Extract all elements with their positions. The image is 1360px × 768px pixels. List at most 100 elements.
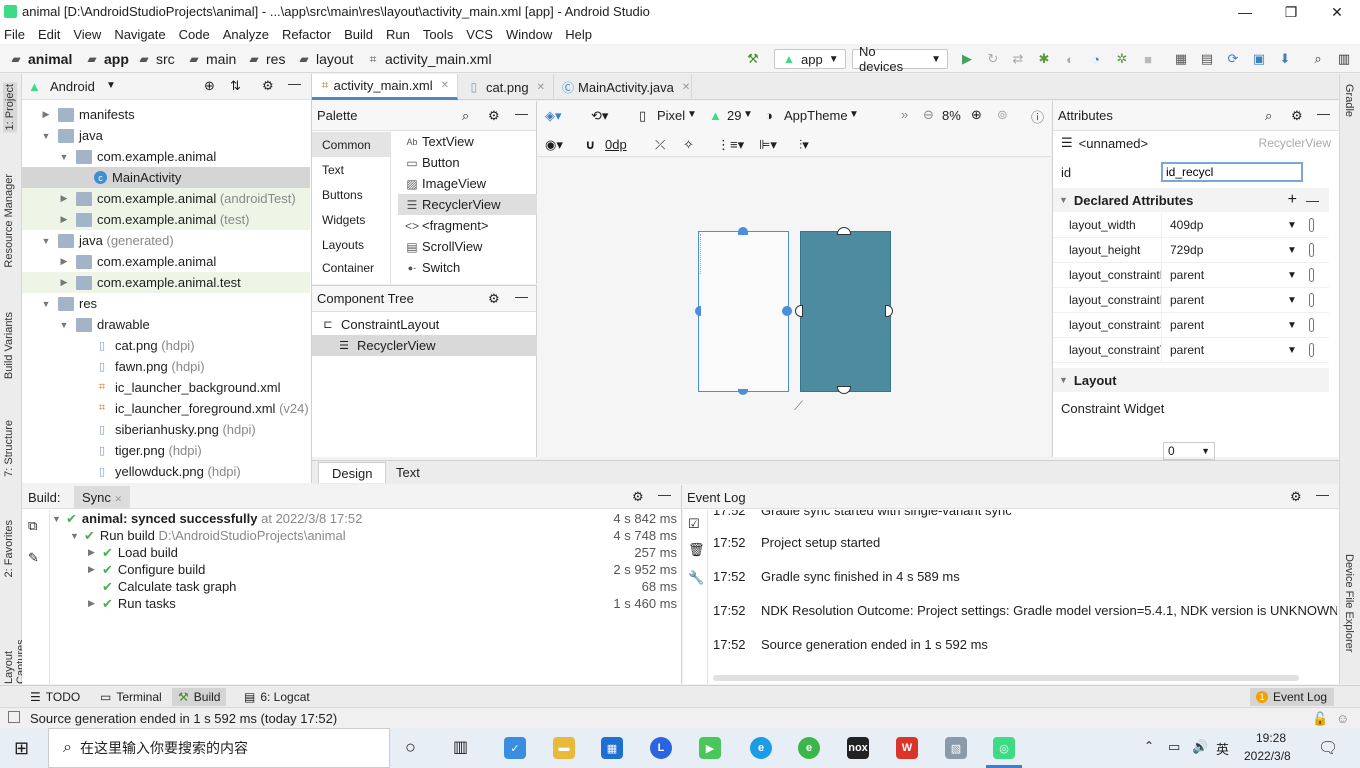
- tree-item-package-androidtest[interactable]: ▶ com.example.animal (androidTest): [22, 188, 310, 209]
- settings-icon[interactable]: ▥: [1336, 51, 1352, 67]
- tree-item-java[interactable]: ▼ java: [22, 125, 310, 146]
- resource-picker-icon[interactable]: [1308, 343, 1314, 357]
- device-select[interactable]: No devices ▼: [852, 44, 948, 74]
- tab-project[interactable]: 1: Project: [3, 82, 17, 133]
- build-row[interactable]: ▼ ✔ Run build D:\AndroidStudioProjects\ani…: [70, 527, 682, 544]
- tab-favorites[interactable]: 2: Favorites: [3, 520, 15, 577]
- search-icon[interactable]: ⌕: [462, 108, 469, 124]
- more-icon[interactable]: »: [901, 107, 908, 122]
- palette-category-text[interactable]: Text: [312, 157, 390, 182]
- windows-start-icon[interactable]: ⊞: [14, 738, 34, 758]
- menu-file[interactable]: File: [4, 27, 25, 42]
- close-tab-icon[interactable]: ✕: [682, 82, 690, 93]
- breadcrumb-res[interactable]: ▰ res: [246, 51, 285, 67]
- tree-item-file[interactable]: ▯ yellowduck.png (hdpi): [22, 461, 310, 482]
- notification-icon[interactable]: 🗨: [1318, 738, 1338, 758]
- tab-text[interactable]: Text: [384, 462, 432, 483]
- id-input[interactable]: [1161, 162, 1303, 182]
- margin-select[interactable]: 0 ▼: [1163, 442, 1215, 460]
- tab-gradle[interactable]: Gradle: [1343, 84, 1355, 117]
- tab-device-file-explorer[interactable]: Device File Explorer: [1343, 554, 1355, 652]
- store-icon[interactable]: ▦: [601, 737, 623, 759]
- clear-constraints-icon[interactable]: ⤫: [655, 137, 665, 153]
- attr-row[interactable]: layout_height 729dp ▼: [1053, 237, 1329, 263]
- project-structure-icon[interactable]: ▦: [1173, 51, 1189, 67]
- resource-picker-icon[interactable]: [1308, 218, 1314, 232]
- hammer-icon[interactable]: ⚒: [745, 51, 761, 67]
- menu-analyze[interactable]: Analyze: [223, 27, 269, 42]
- design-canvas[interactable]: ⟋: [537, 158, 1051, 457]
- palette-category-container[interactable]: Container: [312, 257, 390, 279]
- gear-icon[interactable]: ⚙: [488, 108, 500, 124]
- breadcrumb-src[interactable]: ▰ src: [136, 51, 174, 67]
- tree-item-drawable[interactable]: ▼ drawable: [22, 314, 310, 335]
- network-icon[interactable]: ▭: [1168, 739, 1180, 755]
- photos-icon[interactable]: ▧: [945, 737, 967, 759]
- profile-icon[interactable]: ◔: [1088, 51, 1104, 67]
- rerun-icon[interactable]: ↻: [985, 51, 1001, 67]
- attach-debugger-icon[interactable]: ✲: [1114, 51, 1130, 67]
- browser-360-icon[interactable]: e: [798, 737, 820, 759]
- search-icon[interactable]: ⌕: [1265, 108, 1272, 124]
- tab-structure[interactable]: 7: Structure: [3, 420, 15, 477]
- tree-item-manifests[interactable]: ▶ manifests: [22, 104, 310, 125]
- component-recyclerview[interactable]: ☰ RecyclerView: [312, 335, 537, 356]
- palette-item-fragment[interactable]: <> <fragment>: [398, 215, 538, 236]
- blueprint-handle[interactable]: [837, 386, 851, 394]
- blueprint-handle[interactable]: [795, 305, 803, 317]
- toggle-view-icon[interactable]: ⧉: [28, 518, 37, 534]
- app-icon-kugou[interactable]: ✓: [504, 737, 526, 759]
- resource-picker-icon[interactable]: [1308, 243, 1314, 257]
- taskbar-search[interactable]: ⌕ 在这里输入你要搜索的内容: [48, 728, 390, 768]
- infer-constraints-icon[interactable]: ✧: [683, 137, 694, 153]
- tree-item-file[interactable]: ⌗ ic_launcher_background.xml: [22, 377, 310, 398]
- theme-select[interactable]: AppTheme: [784, 108, 848, 123]
- build-row[interactable]: ▼ ✔ animal: synced successfully at 2022/3/…: [52, 510, 682, 527]
- avd-manager-icon[interactable]: ▣: [1251, 51, 1267, 67]
- palette-item-imageview[interactable]: ▨ ImageView: [398, 173, 538, 194]
- tree-item-mainactivity[interactable]: c MainActivity: [22, 167, 310, 188]
- align-icon[interactable]: ⊫▾: [759, 137, 777, 153]
- breadcrumb-animal[interactable]: ▰ animal: [8, 51, 72, 67]
- zoom-fit-icon[interactable]: ⊚: [997, 107, 1008, 123]
- palette-item-recyclerview[interactable]: ☰ RecyclerView: [398, 194, 538, 215]
- tree-item-package-test-generated[interactable]: ▶ com.example.animal.test: [22, 272, 310, 293]
- component-constraintlayout[interactable]: ⊏ ConstraintLayout: [312, 314, 537, 335]
- wps-icon[interactable]: W: [896, 737, 918, 759]
- tab-build[interactable]: ⚒ Build: [172, 688, 227, 706]
- project-view-select[interactable]: Android: [50, 79, 95, 94]
- chevron-down-icon[interactable]: ▼: [106, 80, 116, 91]
- lock-icon[interactable]: 🔓: [1312, 711, 1328, 727]
- hide-icon[interactable]: —: [515, 289, 528, 304]
- warning-icon[interactable]: ⓘ: [1031, 107, 1044, 126]
- menu-navigate[interactable]: Navigate: [114, 27, 165, 42]
- constraint-handle[interactable]: [738, 227, 748, 235]
- mark-read-icon[interactable]: ☑: [688, 516, 700, 532]
- run-config-select[interactable]: ▲ app ▼: [774, 49, 846, 69]
- trash-icon[interactable]: 🗑: [688, 542, 705, 558]
- gear-icon[interactable]: ⚙: [262, 78, 274, 94]
- palette-item-scrollview[interactable]: ▤ ScrollView: [398, 236, 538, 257]
- tree-item-res[interactable]: ▼ res: [22, 293, 310, 314]
- sync-icon[interactable]: ⟳: [1225, 51, 1241, 67]
- collapse-icon[interactable]: ⇅: [230, 78, 241, 94]
- clock-time[interactable]: 19:28: [1256, 731, 1286, 745]
- menu-view[interactable]: View: [73, 27, 101, 42]
- build-row[interactable]: ▶ ✔ Configure build 2 s 952 ms: [88, 561, 682, 578]
- tree-item-file[interactable]: ▯ cat.png (hdpi): [22, 335, 310, 356]
- hide-icon[interactable]: —: [1317, 106, 1330, 121]
- resource-picker-icon[interactable]: [1308, 318, 1314, 332]
- tab-design[interactable]: Design: [318, 462, 387, 483]
- menu-tools[interactable]: Tools: [423, 27, 453, 42]
- input-language[interactable]: 英: [1216, 739, 1229, 758]
- build-row[interactable]: ✔ Calculate task graph 68 ms: [88, 578, 682, 595]
- close-tab-icon[interactable]: ✕: [441, 80, 449, 91]
- tab-mainactivity[interactable]: Ⓒ MainActivity.java ✕: [554, 74, 692, 100]
- close-button[interactable]: ✕: [1314, 0, 1360, 24]
- tree-item-java-generated[interactable]: ▼ java (generated): [22, 230, 310, 251]
- attr-row[interactable]: layout_width 409dp ▼: [1053, 212, 1329, 238]
- file-explorer-icon[interactable]: ▬: [553, 737, 575, 759]
- hide-icon[interactable]: —: [515, 106, 528, 121]
- magnet-icon[interactable]: ∪: [585, 137, 596, 153]
- tab-event-log[interactable]: 1 Event Log: [1250, 688, 1334, 706]
